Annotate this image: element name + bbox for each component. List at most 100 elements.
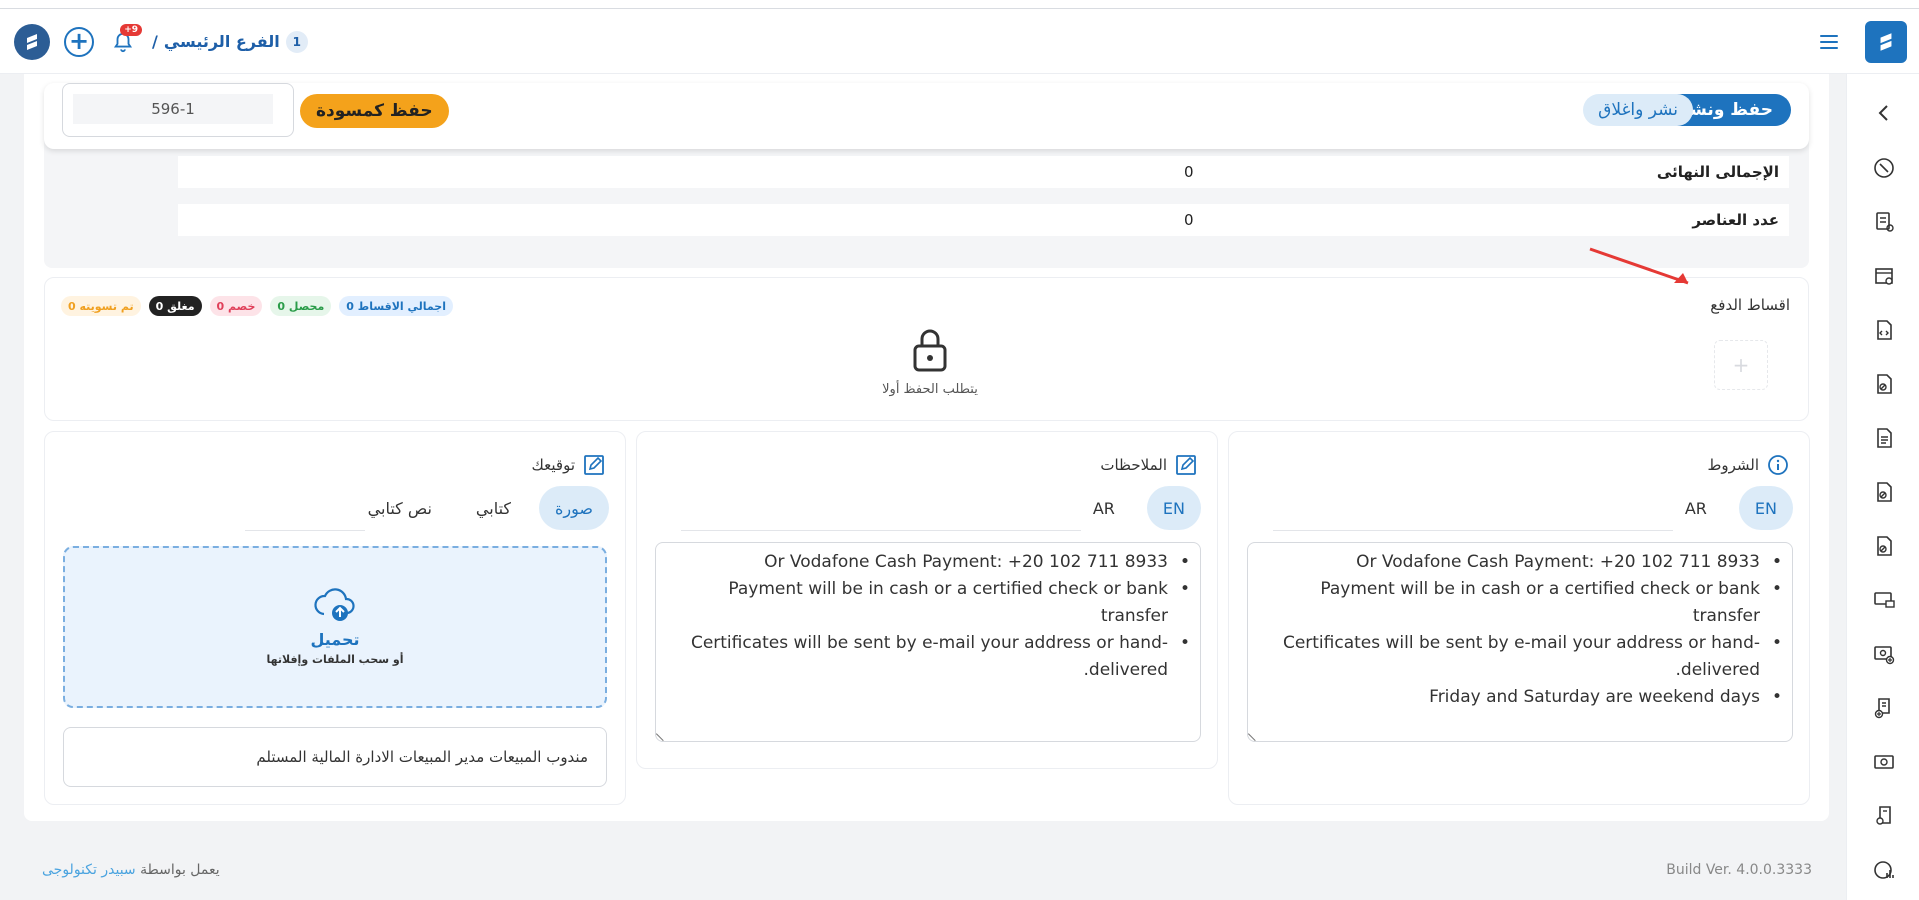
- signature-names-field[interactable]: مندوب المبيعات مدير المبيعات الادارة الم…: [63, 727, 607, 787]
- terms-line: Payment will be in cash or a certified c…: [1262, 576, 1784, 630]
- installments-section: اقساط الدفع تم تسويته 0 مغلق 0 خصم 0 محص…: [44, 277, 1809, 421]
- settled-pill: تم تسويته 0: [61, 296, 141, 316]
- totals-section: الإجمالى النهائى 0 عدد العناصر 0: [44, 140, 1809, 268]
- item-count-row: عدد العناصر 0: [178, 204, 1789, 236]
- resize-handle[interactable]: [1248, 726, 1263, 741]
- top-bar-right: [1807, 9, 1919, 74]
- locked-text: يتطلب الحفظ أولا: [882, 382, 978, 397]
- document-void-icon[interactable]: [1869, 531, 1899, 561]
- right-sidebar: [1846, 74, 1919, 900]
- terms-header: الشروط: [1707, 454, 1789, 476]
- discount-pill: خصم 0: [209, 296, 263, 316]
- pos-terminal-icon[interactable]: [1869, 585, 1899, 615]
- hamburger-menu-button[interactable]: [1807, 20, 1851, 64]
- powered-prefix: يعمل بواسطة: [140, 862, 220, 878]
- edit-icon: [584, 455, 604, 475]
- logo-icon[interactable]: [14, 23, 50, 60]
- notes-line: Or Vodafone Cash Payment: +20 102 711 89…: [670, 549, 1192, 576]
- cash-icon[interactable]: [1869, 747, 1899, 777]
- collected-pill: محصل 0: [270, 296, 332, 316]
- window-top-edge: [0, 0, 1919, 9]
- info-icon: [1768, 455, 1788, 475]
- notes-title: الملاحظات: [1100, 456, 1167, 474]
- build-version: Build Ver. 4.0.0.3333: [1666, 862, 1812, 878]
- document-return-icon[interactable]: [1869, 477, 1899, 507]
- invoice-register-icon[interactable]: [1869, 207, 1899, 237]
- store-icon[interactable]: [1869, 261, 1899, 291]
- signature-tabs: صورة كتابي نص كتابي: [352, 486, 609, 530]
- powered-link[interactable]: سبيدر تكنولوجى: [42, 862, 136, 878]
- doc-number-box: 596-1: [62, 83, 294, 137]
- action-bar: حفظ ونشر نشر واغلاق حفظ كمسودة 596-1: [44, 83, 1809, 149]
- lock-icon: [913, 329, 947, 372]
- document-list-icon[interactable]: [1869, 423, 1899, 453]
- total-final-value: 0: [1184, 163, 1194, 181]
- tab-text[interactable]: نص كتابي: [352, 486, 448, 530]
- edit-icon: [1176, 455, 1196, 475]
- installments-summary: تم تسويته 0 مغلق 0 خصم 0 محصل 0 اجمالي ا…: [61, 296, 453, 316]
- tab-en[interactable]: EN: [1738, 486, 1793, 530]
- tab-written[interactable]: كتابي: [460, 486, 527, 530]
- total-final-row: الإجمالى النهائى 0: [178, 156, 1789, 188]
- terms-title: الشروط: [1707, 456, 1759, 474]
- tab-image[interactable]: صورة: [539, 486, 609, 530]
- notes-textarea[interactable]: Or Vodafone Cash Payment: +20 102 711 89…: [655, 542, 1201, 742]
- notification-badge: +9: [120, 23, 142, 36]
- top-bar-left: + +9 1 الفرع الرئيسي /: [14, 9, 308, 74]
- document-cancel-icon[interactable]: [1869, 369, 1899, 399]
- notes-card: الملاحظات EN AR Or Vodafone Cash Payment…: [636, 431, 1218, 769]
- top-bar: + +9 1 الفرع الرئيسي /: [0, 9, 1919, 74]
- branch-breadcrumb[interactable]: 1 الفرع الرئيسي /: [152, 30, 308, 53]
- tabs-divider: [1273, 530, 1673, 531]
- terms-textarea[interactable]: Or Vodafone Cash Payment: +20 102 711 89…: [1247, 542, 1793, 742]
- receipt-add-icon[interactable]: [1869, 693, 1899, 723]
- branch-name: الفرع الرئيسي: [163, 32, 280, 51]
- payment-add-icon[interactable]: [1869, 639, 1899, 669]
- collapse-chevron-icon[interactable]: [1869, 98, 1899, 128]
- upload-subtitle: أو سحب الملفات وإفلاتها: [266, 653, 404, 666]
- brand-logo-icon[interactable]: [1865, 20, 1907, 63]
- notes-header: الملاحظات: [1100, 454, 1197, 476]
- dashboard-gauge-icon[interactable]: [1869, 153, 1899, 183]
- cloud-upload-icon: [314, 588, 355, 621]
- terms-line: Certificates will be sent by e-mail your…: [1262, 630, 1784, 684]
- signature-title: توقيعك: [531, 456, 576, 474]
- add-plus-icon[interactable]: +: [64, 26, 94, 57]
- tab-en[interactable]: EN: [1146, 486, 1201, 530]
- receipt-money-icon[interactable]: [1869, 801, 1899, 831]
- terms-lang-tabs: EN AR: [1669, 486, 1793, 530]
- installments-title: اقساط الدفع: [1710, 296, 1790, 314]
- terms-line: Or Vodafone Cash Payment: +20 102 711 89…: [1262, 549, 1784, 576]
- doc-number-field[interactable]: 596-1: [73, 94, 273, 124]
- document-code-icon[interactable]: [1869, 315, 1899, 345]
- report-chart-icon[interactable]: [1869, 855, 1899, 885]
- tab-ar[interactable]: AR: [1077, 486, 1131, 530]
- upload-title: تحميل: [310, 630, 360, 649]
- branch-number: 1: [285, 30, 308, 53]
- add-installment-button[interactable]: +: [1714, 340, 1768, 390]
- resize-handle[interactable]: [656, 726, 671, 741]
- breadcrumb-separator: /: [152, 32, 158, 51]
- total-final-label: الإجمالى النهائى: [1656, 163, 1779, 181]
- total-installments-pill: اجمالي الاقساط 0: [339, 296, 453, 316]
- footer-powered-by: يعمل بواسطة سبيدر تكنولوجى: [42, 862, 220, 878]
- tab-ar[interactable]: AR: [1669, 486, 1723, 530]
- notes-lang-tabs: EN AR: [1077, 486, 1201, 530]
- item-count-value: 0: [1184, 211, 1194, 229]
- hamburger-icon: [1820, 33, 1838, 51]
- tabs-divider: [245, 530, 365, 531]
- item-count-label: عدد العناصر: [1692, 211, 1779, 229]
- save-draft-button[interactable]: حفظ كمسودة: [300, 94, 449, 128]
- tabs-divider: [681, 530, 1081, 531]
- signature-header: توقيعك: [532, 454, 606, 476]
- terms-line: Friday and Saturday are weekend days: [1262, 684, 1784, 711]
- notes-line: Payment will be in cash or a certified c…: [670, 576, 1192, 630]
- closed-pill: مغلق 0: [148, 296, 202, 316]
- notes-line: Certificates will be sent by e-mail your…: [670, 630, 1192, 684]
- locked-notice: يتطلب الحفظ أولا: [875, 326, 985, 397]
- publish-close-button[interactable]: نشر واغلاق: [1583, 94, 1693, 126]
- terms-card: الشروط EN AR Or Vodafone Cash Payment: +…: [1228, 431, 1810, 805]
- signature-card: توقيعك صورة كتابي نص كتابي تحميل أو سحب …: [44, 431, 626, 805]
- notifications-button[interactable]: +9: [108, 23, 142, 57]
- upload-dropzone[interactable]: تحميل أو سحب الملفات وإفلاتها: [63, 546, 607, 708]
